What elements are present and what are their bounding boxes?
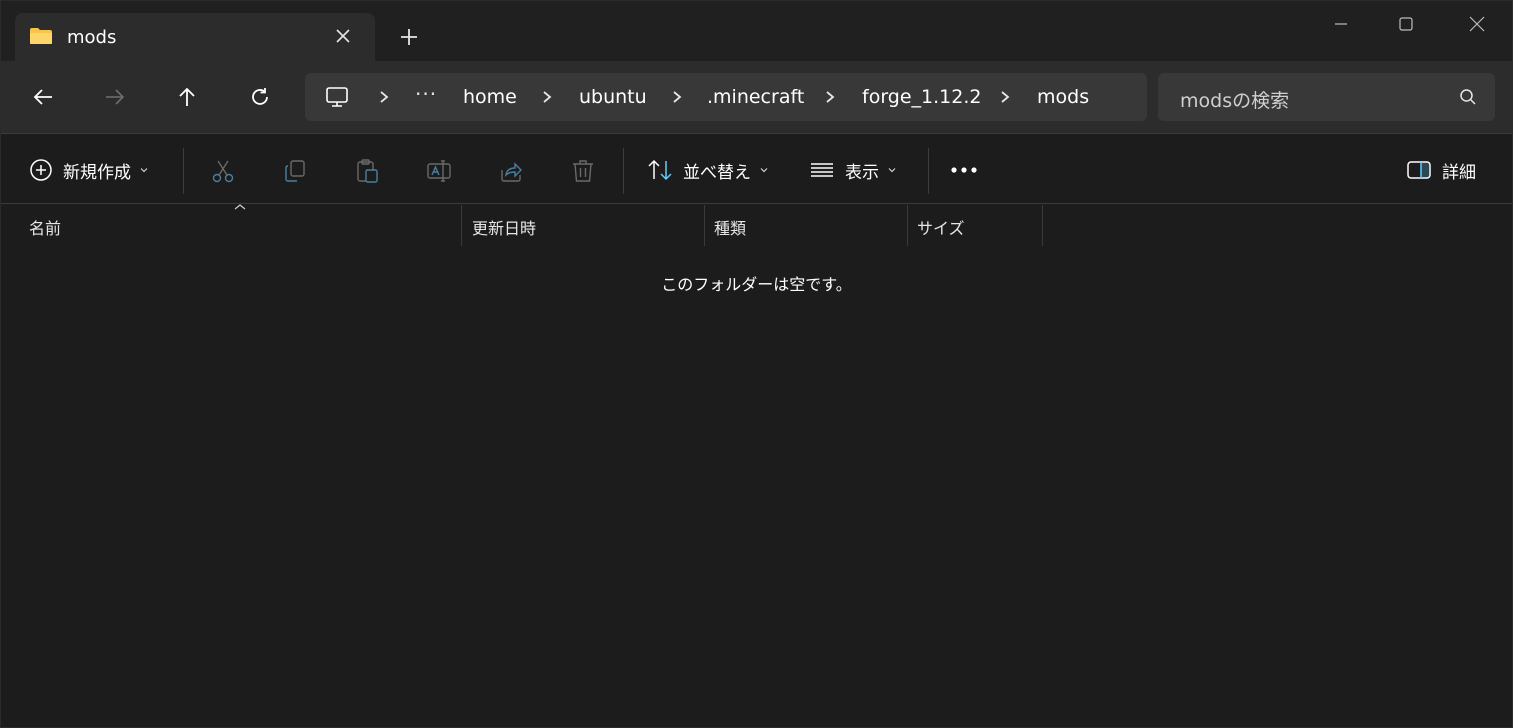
tab-mods[interactable]: mods xyxy=(15,13,375,61)
breadcrumb-minecraft[interactable]: .minecraft xyxy=(707,86,804,108)
plus-icon[interactable] xyxy=(395,23,423,51)
tab-title: mods xyxy=(67,27,117,48)
maximize-icon[interactable] xyxy=(1371,1,1441,47)
breadcrumb-overflow-button[interactable]: ··· xyxy=(415,82,437,106)
column-header-row: 名前 更新日時 種類 サイズ xyxy=(1,204,1512,246)
file-explorer-window: mods ··· home ubuntu .minecraft forge_1.… xyxy=(0,0,1513,728)
folder-icon xyxy=(30,28,52,44)
more-options-button[interactable] xyxy=(949,154,979,186)
address-bar[interactable]: ··· home ubuntu .minecraft forge_1.12.2 … xyxy=(305,73,1147,121)
delete-icon[interactable] xyxy=(570,158,596,184)
search-input[interactable]: modsの検索 xyxy=(1158,73,1495,121)
details-pane-button[interactable]: 詳細 xyxy=(1406,154,1476,186)
column-type[interactable]: 種類 xyxy=(714,215,746,239)
view-button-label: 表示 xyxy=(845,162,879,183)
navigation-bar: ··· home ubuntu .minecraft forge_1.12.2 … xyxy=(1,61,1512,133)
new-button-label: 新規作成 xyxy=(63,162,131,183)
details-pane-icon xyxy=(1407,161,1431,179)
copy-icon[interactable] xyxy=(282,158,308,184)
chevron-down-icon xyxy=(888,168,896,173)
chevron-down-icon xyxy=(140,168,148,173)
new-button[interactable]: 新規作成 xyxy=(29,154,149,186)
column-divider[interactable] xyxy=(1042,205,1043,246)
view-button[interactable]: 表示 xyxy=(809,154,897,186)
command-separator xyxy=(183,148,184,194)
share-icon[interactable] xyxy=(498,158,524,184)
empty-folder-message: このフォルダーは空です。 xyxy=(661,275,852,294)
command-separator xyxy=(928,148,929,194)
sort-ascending-icon xyxy=(234,204,246,210)
column-date-modified[interactable]: 更新日時 xyxy=(472,215,536,239)
column-divider[interactable] xyxy=(907,205,908,246)
sort-button-label: 並べ替え xyxy=(683,162,751,183)
rename-icon[interactable] xyxy=(426,158,452,184)
cut-icon[interactable] xyxy=(210,158,236,184)
computer-icon[interactable] xyxy=(325,85,349,109)
refresh-icon[interactable] xyxy=(244,81,276,113)
breadcrumb-mods[interactable]: mods xyxy=(1037,86,1089,108)
search-icon[interactable] xyxy=(1459,88,1477,106)
breadcrumb-ubuntu[interactable]: ubuntu xyxy=(579,86,647,108)
sort-icon xyxy=(648,159,672,181)
command-bar: 新規作成 並べ替え 表示 詳細 xyxy=(1,133,1512,204)
chevron-right-icon[interactable] xyxy=(823,86,837,108)
column-divider[interactable] xyxy=(461,205,462,246)
title-bar: mods xyxy=(1,1,1512,61)
chevron-right-icon[interactable] xyxy=(377,86,391,108)
close-tab-icon[interactable] xyxy=(331,24,355,48)
command-separator xyxy=(623,148,624,194)
chevron-right-icon[interactable] xyxy=(670,86,684,108)
arrow-up-icon[interactable] xyxy=(171,81,203,113)
breadcrumb-home[interactable]: home xyxy=(463,86,517,108)
details-button-label: 詳細 xyxy=(1442,162,1476,183)
arrow-left-icon[interactable] xyxy=(27,81,59,113)
close-window-icon[interactable] xyxy=(1442,1,1512,47)
search-placeholder: modsの検索 xyxy=(1180,90,1290,112)
minimize-icon[interactable] xyxy=(1306,1,1376,47)
chevron-right-icon[interactable] xyxy=(998,86,1012,108)
chevron-down-icon xyxy=(760,168,768,173)
breadcrumb-forge[interactable]: forge_1.12.2 xyxy=(862,86,981,108)
more-horizontal-icon xyxy=(951,167,977,173)
add-circle-icon xyxy=(30,159,52,181)
chevron-right-icon[interactable] xyxy=(540,86,554,108)
paste-icon[interactable] xyxy=(354,158,380,184)
sort-button[interactable]: 並べ替え xyxy=(647,154,769,186)
view-list-icon xyxy=(811,163,833,177)
arrow-right-icon[interactable] xyxy=(99,81,131,113)
column-size[interactable]: サイズ xyxy=(917,215,965,239)
column-name[interactable]: 名前 xyxy=(29,215,61,239)
column-divider[interactable] xyxy=(704,205,705,246)
